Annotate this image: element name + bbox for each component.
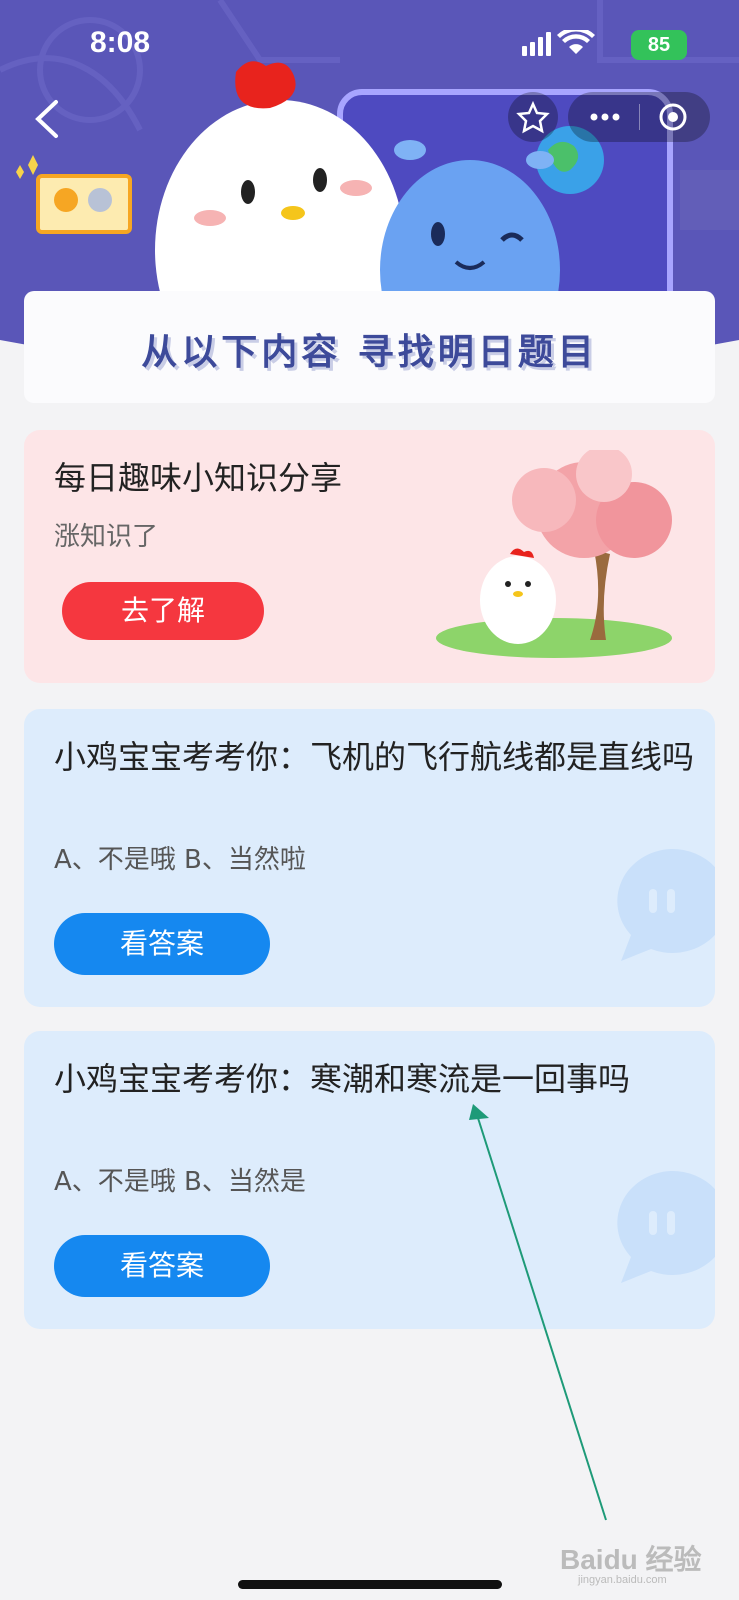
annotation-arrow-icon bbox=[469, 1104, 607, 1521]
watermark-url: jingyan.baidu.com bbox=[578, 1574, 667, 1586]
home-indicator[interactable] bbox=[238, 1580, 502, 1589]
watermark-brand: Baidu 经验 bbox=[560, 1544, 702, 1575]
watermark: Baidu 经验 jingyan.baidu.com bbox=[560, 1538, 702, 1586]
